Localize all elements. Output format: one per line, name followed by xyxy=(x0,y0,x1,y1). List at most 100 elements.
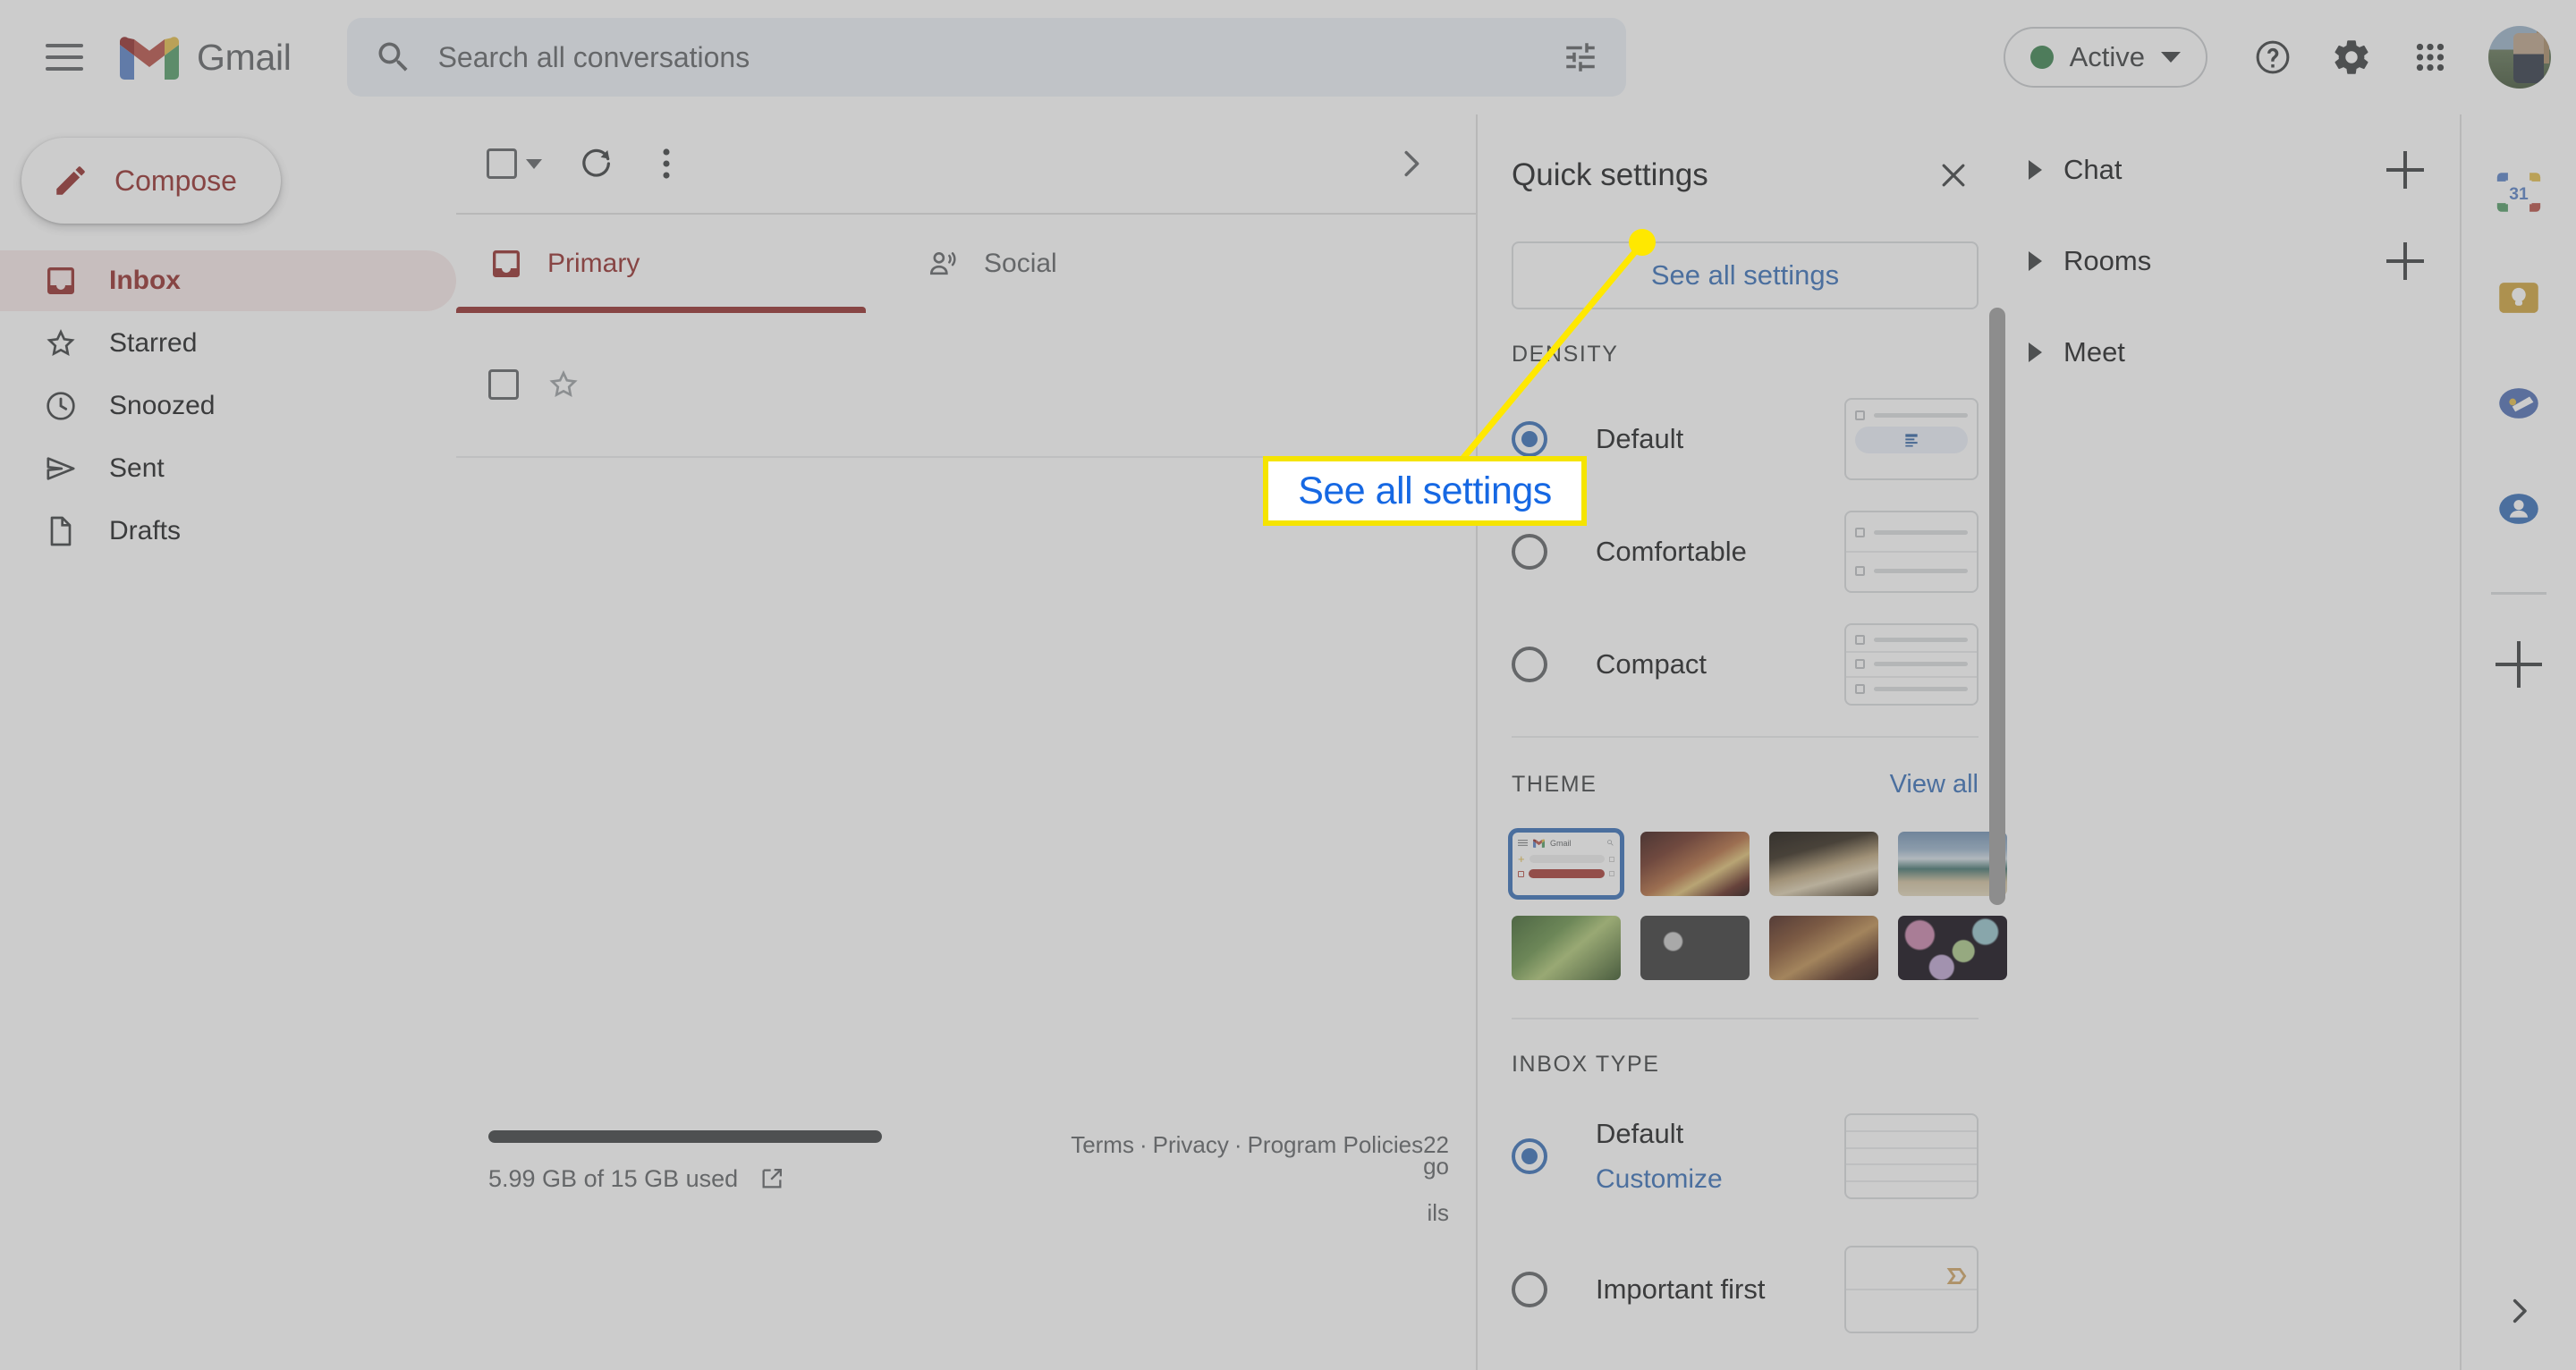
tab-label: Social xyxy=(984,249,1057,278)
rooms-section-row[interactable]: Rooms xyxy=(2012,225,2460,297)
account-avatar[interactable] xyxy=(2488,26,2551,89)
theme-thumbnail-caterpillar[interactable] xyxy=(1512,916,1621,980)
meet-section-label: Meet xyxy=(2063,336,2125,368)
apps-grid-icon[interactable] xyxy=(2394,21,2467,94)
add-chat-button[interactable] xyxy=(2386,151,2424,189)
view-all-themes-link[interactable]: View all xyxy=(1890,770,1979,799)
density-preview-highlight xyxy=(1855,427,1968,453)
theme-thumbnail-autumn-leaves[interactable] xyxy=(1769,916,1878,980)
privacy-link[interactable]: Privacy xyxy=(1153,1131,1229,1158)
radio-button[interactable] xyxy=(1512,534,1547,570)
storage-indicator: 5.99 GB of 15 GB used xyxy=(488,1130,1025,1193)
chevron-down-icon xyxy=(526,158,542,169)
compose-button[interactable]: Compose xyxy=(21,138,281,224)
list-toolbar xyxy=(456,114,1476,213)
star-outline-icon[interactable] xyxy=(546,367,581,402)
density-preview-comfortable xyxy=(1844,511,1979,593)
chat-section-row[interactable]: Chat xyxy=(2012,134,2460,206)
left-sidebar: Compose Inbox Starred Snoozed Sent Draft… xyxy=(0,114,456,1370)
next-page-button[interactable] xyxy=(1376,129,1445,199)
theme-thumbnail-bokeh-lights[interactable] xyxy=(1898,916,2007,980)
top-app-bar: Gmail Active xyxy=(0,0,2576,114)
inbox-type-preview-default xyxy=(1844,1113,1979,1199)
google-keep-icon[interactable] xyxy=(2491,270,2546,326)
gmail-logo-icon xyxy=(120,37,179,80)
status-pill[interactable]: Active xyxy=(2003,27,2207,88)
inbox-type-option-important-first[interactable]: Important first xyxy=(1512,1246,1979,1333)
quick-settings-scrollbar[interactable] xyxy=(1989,308,2005,905)
page-title: Quick settings xyxy=(1512,157,1708,192)
inbox-icon xyxy=(47,267,74,294)
radio-button[interactable] xyxy=(1512,1272,1547,1307)
inbox-type-option-default[interactable]: Default Customize xyxy=(1512,1113,1979,1199)
theme-thumbnail-brand: Gmail xyxy=(1550,838,1572,848)
meet-section-row[interactable]: Meet xyxy=(2012,317,2460,388)
google-calendar-icon[interactable]: 31 xyxy=(2491,165,2546,220)
refresh-icon xyxy=(582,148,611,177)
help-icon[interactable] xyxy=(2236,21,2309,94)
option-label: Important first xyxy=(1596,1273,1766,1305)
chevron-right-icon xyxy=(2512,1298,2527,1323)
chevron-right-icon[interactable] xyxy=(2029,251,2042,271)
sidebar-item-label: Drafts xyxy=(109,516,182,545)
open-in-new-icon[interactable] xyxy=(758,1164,786,1193)
tab-social[interactable]: Social xyxy=(893,215,1329,313)
add-icon[interactable] xyxy=(2496,641,2542,688)
radio-button[interactable] xyxy=(1512,647,1547,682)
checkbox-icon[interactable] xyxy=(488,369,519,400)
google-contacts-icon[interactable] xyxy=(2491,481,2546,537)
send-icon xyxy=(47,457,75,480)
sidebar-item-snoozed[interactable]: Snoozed xyxy=(0,376,456,436)
draft-icon xyxy=(50,516,72,546)
refresh-button[interactable] xyxy=(562,129,631,199)
google-tasks-icon[interactable] xyxy=(2491,376,2546,431)
theme-thumbnail-chess[interactable] xyxy=(1769,832,1878,896)
more-vertical-icon xyxy=(663,148,670,179)
clock-icon xyxy=(47,392,75,420)
sidebar-item-starred[interactable]: Starred xyxy=(0,313,456,374)
sidebar-item-inbox[interactable]: Inbox xyxy=(0,250,456,311)
expand-panel-button[interactable] xyxy=(2494,1286,2544,1336)
more-options-button[interactable] xyxy=(631,129,701,199)
density-heading-row: DENSITY xyxy=(1512,309,1979,368)
see-all-settings-button[interactable]: See all settings xyxy=(1512,241,1979,309)
tab-primary[interactable]: Primary xyxy=(456,215,893,313)
inbox-tab-icon xyxy=(493,250,520,277)
storage-progress-fill xyxy=(488,1130,882,1143)
search-input[interactable] xyxy=(437,40,1562,74)
annotation-callout: See all settings xyxy=(1263,456,1587,526)
theme-thumbnail-canyon[interactable] xyxy=(1640,832,1750,896)
radio-button[interactable] xyxy=(1512,421,1547,457)
chevron-right-icon[interactable] xyxy=(2029,342,2042,362)
theme-thumbnail-pipes[interactable] xyxy=(1640,916,1750,980)
option-label: Default xyxy=(1596,423,1684,454)
compose-label: Compose xyxy=(114,164,237,197)
search-options-icon[interactable] xyxy=(1562,38,1599,76)
terms-link[interactable]: Terms xyxy=(1071,1131,1134,1158)
program-policies-link[interactable]: Program Policies xyxy=(1248,1131,1424,1158)
radio-button[interactable] xyxy=(1512,1138,1547,1174)
select-all-checkbox[interactable] xyxy=(487,148,542,179)
gear-icon[interactable] xyxy=(2315,21,2388,94)
sidebar-item-sent[interactable]: Sent xyxy=(0,438,456,499)
density-option-compact[interactable]: Compact xyxy=(1512,623,1979,706)
sidebar-item-label: Inbox xyxy=(109,266,181,295)
status-dot-icon xyxy=(2029,46,2054,69)
theme-grid: Gmail + xyxy=(1508,828,2007,980)
add-room-button[interactable] xyxy=(2386,242,2424,280)
tab-label: Primary xyxy=(547,249,640,278)
table-row[interactable] xyxy=(456,313,1476,458)
close-icon[interactable] xyxy=(1928,150,1979,200)
hamburger-menu-icon[interactable] xyxy=(25,18,104,97)
storage-used-label: 5.99 GB of 15 GB used xyxy=(488,1164,739,1192)
theme-thumbnail-default-gmail[interactable]: Gmail + xyxy=(1508,828,1624,900)
chevron-right-icon[interactable] xyxy=(2029,160,2042,180)
sidebar-item-drafts[interactable]: Drafts xyxy=(0,501,456,562)
pencil-icon xyxy=(56,166,85,195)
customize-link[interactable]: Customize xyxy=(1596,1164,1844,1195)
chevron-down-icon xyxy=(2161,52,2181,63)
gmail-brand[interactable]: Gmail xyxy=(120,35,292,80)
footer-truncated-line-3: ils xyxy=(1427,1199,1449,1226)
search-bar[interactable] xyxy=(346,18,1626,97)
option-label: Comfortable xyxy=(1596,536,1747,567)
